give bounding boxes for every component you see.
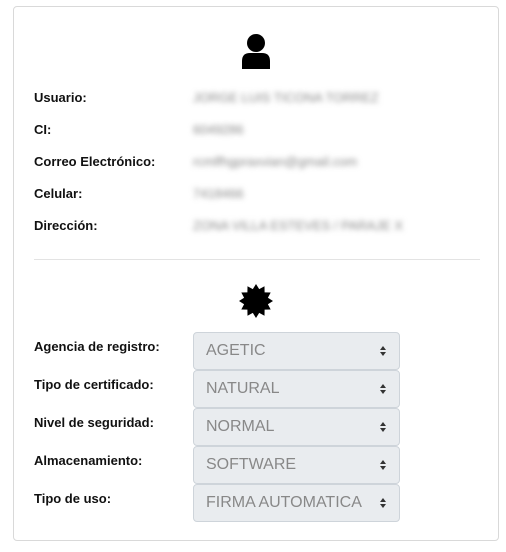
tipo-certificado-select-value: NATURAL [206, 380, 280, 397]
select-arrows-icon [380, 346, 386, 356]
nivel-seguridad-label: Nivel de seguridad: [34, 415, 154, 430]
agencia-select[interactable]: AGETIC [193, 332, 400, 370]
tipo-uso-label: Tipo de uso: [34, 491, 112, 506]
ci-label: CI: [34, 122, 52, 137]
certificate-icon-container [14, 283, 498, 319]
tipo-certificado-label: Tipo de certificado: [34, 377, 154, 392]
user-icon [242, 34, 270, 69]
direccion-value: ZONA VILLA ESTEVES / PARAJE X [193, 218, 404, 233]
tipo-certificado-select[interactable]: NATURAL [193, 370, 400, 408]
nivel-seguridad-select[interactable]: NORMAL [193, 408, 400, 446]
tipo-uso-select-value: FIRMA AUTOMATICA [206, 494, 362, 511]
certificate-seal-icon [239, 284, 273, 318]
ci-value: 6049286 [193, 122, 244, 137]
select-arrows-icon [380, 498, 386, 508]
profile-card: Usuario: JORGE LUIS TICONA TORREZ CI: 60… [13, 6, 499, 541]
email-label: Correo Electrónico: [34, 154, 156, 169]
select-arrows-icon [380, 384, 386, 394]
nivel-seguridad-select-value: NORMAL [206, 418, 275, 435]
email-value: rcmlfhgpraxvian@gmail.com [193, 154, 358, 169]
almacenamiento-select-value: SOFTWARE [206, 456, 297, 473]
agencia-label: Agencia de registro: [34, 339, 160, 354]
direccion-label: Dirección: [34, 218, 98, 233]
almacenamiento-label: Almacenamiento: [34, 453, 143, 468]
almacenamiento-select[interactable]: SOFTWARE [193, 446, 400, 484]
select-arrows-icon [380, 460, 386, 470]
usuario-value: JORGE LUIS TICONA TORREZ [193, 90, 379, 105]
usuario-label: Usuario: [34, 90, 87, 105]
celular-label: Celular: [34, 186, 83, 201]
select-arrows-icon [380, 422, 386, 432]
agencia-select-value: AGETIC [206, 342, 266, 359]
user-icon-container [14, 33, 498, 69]
celular-value: 7418466 [193, 186, 244, 201]
tipo-uso-select[interactable]: FIRMA AUTOMATICA [193, 484, 400, 522]
section-divider [34, 259, 480, 260]
